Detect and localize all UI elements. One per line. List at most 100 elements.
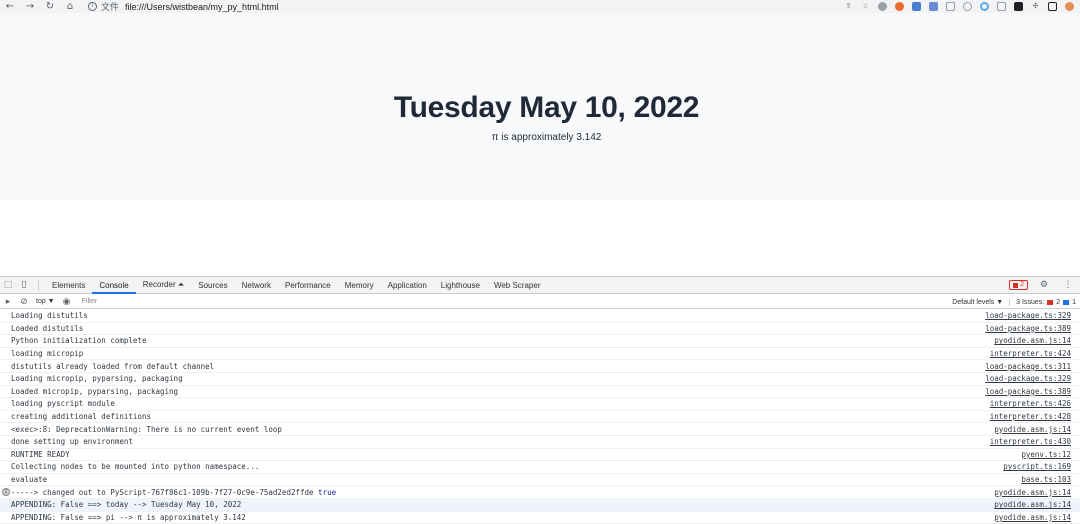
sidebar-toggle-icon[interactable]: ▸	[0, 294, 16, 310]
console-row[interactable]: Python initialization complete pyodide.as…	[0, 335, 1080, 348]
console-source-link[interactable]: pyodide.asm.js:14	[994, 336, 1071, 345]
tab-web[interactable]: Web Scraper	[487, 277, 548, 293]
console-source-link[interactable]: pyodide.asm.js:14	[994, 513, 1071, 522]
console-row[interactable]: evaluate base.ts:103	[0, 474, 1080, 487]
more-options-icon[interactable]: ⋮	[1060, 277, 1076, 293]
console-row[interactable]: APPENDING: False ==> pi --> π is approxi…	[0, 512, 1080, 524]
console-message-text: <exec>:8: DeprecationWarning: There is n…	[11, 424, 282, 434]
console-toolbar: ▸ ⊘ top ▼ ◉ Filter Default levels ▼ 3 Is…	[0, 295, 1080, 309]
console-message-text: evaluate	[11, 475, 48, 485]
console-source-link[interactable]: pyodide.asm.js:14	[994, 500, 1071, 509]
profile-avatar[interactable]	[1065, 2, 1074, 11]
extension-icon[interactable]	[980, 2, 989, 11]
console-message-text: Loading micropip, pyparsing, packaging	[11, 374, 183, 384]
console-message-text: done setting up environment	[11, 437, 133, 447]
error-count-badge[interactable]: 2	[1009, 280, 1028, 290]
issues-info-count: 1	[1072, 298, 1076, 306]
tab-elements[interactable]: Elements	[45, 277, 92, 293]
console-row[interactable]: RUNTIME READY pyenv.ts:12	[0, 449, 1080, 462]
tab-network[interactable]: Network	[235, 277, 278, 293]
star-icon[interactable]: ☆	[861, 2, 870, 11]
home-icon[interactable]: ⌂	[60, 0, 80, 13]
address-url[interactable]: file:///Users/wistbean/my_py_html.html	[125, 2, 279, 12]
extension-icon[interactable]	[895, 2, 904, 11]
tab-performance[interactable]: Performance	[278, 277, 338, 293]
console-row[interactable]: loading pyscript module interpreter.ts:42…	[0, 398, 1080, 411]
console-row[interactable]: creating additional definitions interpret…	[0, 411, 1080, 424]
extension-icon[interactable]	[946, 2, 955, 11]
tab-recorder[interactable]: Recorder ⏶	[136, 277, 192, 293]
console-source-link[interactable]: load-package.ts:311	[985, 362, 1071, 371]
console-source-link[interactable]: load-package.ts:389	[985, 387, 1071, 396]
console-message: Loading distutils	[11, 311, 88, 320]
extension-icon[interactable]	[997, 2, 1006, 11]
issues-label: 3 Issues:	[1016, 298, 1045, 306]
repeat-count-badge: 2	[2, 488, 10, 497]
address-bar[interactable]: i 文件 file:///Users/wistbean/my_py_html.h…	[84, 0, 834, 13]
console-source-link[interactable]: interpreter.ts:424	[990, 349, 1071, 358]
extension-icon[interactable]	[1014, 2, 1023, 11]
console-row[interactable]: Loaded distutils load-package.ts:389	[0, 323, 1080, 336]
console-message-text: Loaded micropip, pyparsing, packaging	[11, 386, 179, 396]
console-message-text: APPENDING: False ==> pi --> π is approxi…	[11, 512, 246, 522]
live-expression-icon[interactable]: ◉	[59, 294, 75, 310]
console-message-text: Loading distutils	[11, 311, 88, 321]
console-source-link[interactable]: pyodide.asm.js:14	[994, 488, 1071, 497]
console-source-link[interactable]: base.ts:103	[1021, 475, 1071, 484]
back-icon[interactable]: ←	[0, 0, 20, 13]
forward-icon[interactable]: →	[20, 0, 40, 13]
device-toolbar-icon[interactable]: ▯	[16, 277, 32, 293]
sidepanel-icon[interactable]	[1048, 2, 1057, 11]
console-source-link[interactable]: pyenv.ts:12	[1021, 450, 1071, 459]
console-source-link[interactable]: interpreter.ts:428	[990, 412, 1071, 421]
console-message: Collecting nodes to be mounted into pyth…	[11, 462, 259, 471]
issues-error-count: 2	[1056, 298, 1061, 306]
console-source-link[interactable]: interpreter.ts:430	[990, 437, 1071, 446]
tab-lighthouse[interactable]: Lighthouse	[434, 277, 487, 293]
console-message: RUNTIME READY	[11, 450, 70, 459]
browser-toolbar: ← → ↻ ⌂ i 文件 file:///Users/wistbean/my_p…	[0, 0, 1080, 13]
console-row[interactable]: APPENDING: False ==> today --> Tuesday M…	[0, 498, 1080, 512]
extension-icon[interactable]	[963, 2, 972, 11]
puzzle-icon[interactable]: ✣	[1031, 2, 1040, 11]
console-message: loading micropip	[11, 349, 83, 358]
page-heading: Tuesday May 10, 2022	[393, 91, 700, 124]
console-row[interactable]: Loaded micropip, pyparsing, packaging loa…	[0, 386, 1080, 399]
tab-application[interactable]: Application	[381, 277, 434, 293]
console-filter-input[interactable]: Filter	[79, 296, 279, 307]
console-source-link[interactable]: load-package.ts:329	[985, 374, 1071, 383]
console-row[interactable]: distutils already loaded from default ch…	[0, 360, 1080, 373]
console-row[interactable]: Collecting nodes to be mounted into pyth…	[0, 461, 1080, 474]
console-source-link[interactable]: load-package.ts:329	[985, 311, 1071, 320]
extension-icon[interactable]	[912, 2, 921, 11]
console-row[interactable]: Loading micropip, pyparsing, packaging lo…	[0, 373, 1080, 386]
tab-sources[interactable]: Sources	[191, 277, 234, 293]
page-subtitle: π is approximately 3.142	[491, 132, 602, 143]
console-source-link[interactable]: pyodide.asm.js:14	[994, 425, 1071, 434]
log-levels-dropdown[interactable]: Default levels ▼	[952, 299, 1003, 306]
console-row[interactable]: Loading distutils load-package.ts:329	[0, 310, 1080, 323]
console-row[interactable]: loading micropip interpreter.ts:424	[0, 348, 1080, 361]
divider	[38, 279, 39, 291]
share-icon[interactable]: ⇪	[844, 2, 853, 11]
console-message-text: -----> changed out to PyScript-767f86c1-…	[11, 487, 314, 497]
console-row[interactable]: 2 -----> changed out to PyScript-767f86c1…	[0, 486, 1080, 499]
clear-console-icon[interactable]: ⊘	[16, 294, 32, 310]
tab-memory[interactable]: Memory	[338, 277, 381, 293]
issues-counter[interactable]: 3 Issues: 2 1	[1009, 298, 1076, 306]
console-message-text: creating additional definitions	[11, 412, 151, 422]
gear-icon[interactable]: ⚙	[1036, 277, 1052, 293]
info-icon[interactable]: i	[88, 2, 97, 11]
console-row[interactable]: <exec>:8: DeprecationWarning: There is n…	[0, 423, 1080, 436]
console-source-link[interactable]: pyscript.ts:169	[1003, 462, 1071, 471]
reload-icon[interactable]: ↻	[40, 0, 60, 13]
console-row[interactable]: done setting up environment interpreter.t…	[0, 436, 1080, 449]
context-selector[interactable]: top ▼	[32, 298, 59, 305]
extension-icon[interactable]	[929, 2, 938, 11]
console-message-text: RUNTIME READY	[11, 449, 70, 459]
console-source-link[interactable]: load-package.ts:389	[985, 324, 1071, 333]
tab-console[interactable]: Console	[92, 277, 137, 294]
inspect-element-icon[interactable]: ⬚	[0, 277, 16, 293]
console-source-link[interactable]: interpreter.ts:426	[990, 399, 1071, 408]
extension-icon[interactable]	[878, 2, 887, 11]
